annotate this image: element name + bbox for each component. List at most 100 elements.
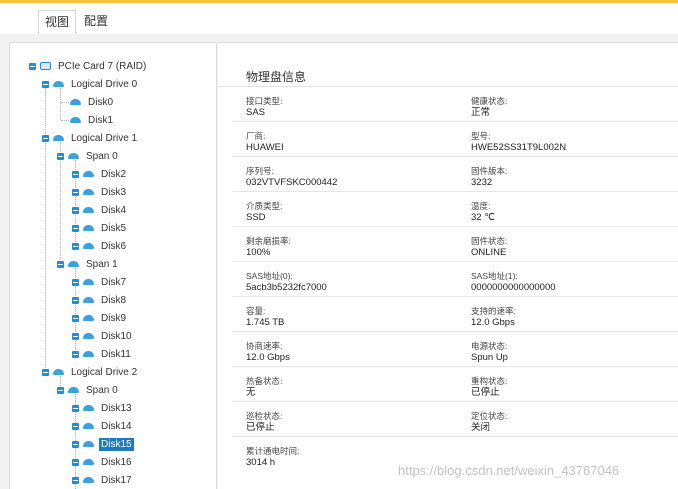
disk-icon xyxy=(83,441,94,447)
tree-node-disk7[interactable]: Disk7 xyxy=(72,273,128,291)
collapse-icon[interactable] xyxy=(72,422,79,430)
tree-node-pcie-card[interactable]: PCIe Card 7 (RAID) xyxy=(29,57,148,75)
collapse-icon[interactable] xyxy=(57,386,64,394)
field-value: 32 ℃ xyxy=(471,212,495,223)
collapse-icon[interactable] xyxy=(72,170,79,178)
tree-node-disk10[interactable]: Disk10 xyxy=(72,327,134,345)
collapse-icon[interactable] xyxy=(72,242,79,250)
span-icon xyxy=(68,153,79,159)
tree-node-span-0-ld2[interactable]: Span 0 xyxy=(57,381,120,399)
field-vendor: 厂商: HUAWEI xyxy=(246,131,284,154)
field-temperature: 温度: 32 ℃ xyxy=(471,201,495,224)
tree-node-label: Disk3 xyxy=(101,186,127,198)
tree-node-label: Disk10 xyxy=(101,330,132,342)
field-label: 固件版本: xyxy=(471,166,508,176)
field-label: 电源状态: xyxy=(471,341,508,351)
tree-node-disk15[interactable]: Disk15 xyxy=(72,435,134,453)
tab-view[interactable]: 视图 xyxy=(38,10,77,35)
field-power-state: 电源状态: Spun Up xyxy=(471,341,508,364)
field-value: ONLINE xyxy=(471,247,507,258)
collapse-icon[interactable] xyxy=(72,476,79,484)
tree-node-label: Logical Drive 2 xyxy=(71,366,138,378)
collapse-icon[interactable] xyxy=(29,62,36,70)
tree-node-disk14[interactable]: Disk14 xyxy=(72,417,134,435)
collapse-icon[interactable] xyxy=(72,296,79,304)
tree-node-label: Span 0 xyxy=(86,384,118,396)
tree-node-disk13[interactable]: Disk13 xyxy=(72,399,134,417)
watermark: https://blog.csdn.net/weixin_43767046 xyxy=(398,463,620,478)
disk-icon xyxy=(83,333,94,339)
tree-node-label: Disk13 xyxy=(101,402,132,414)
tree-node-disk16[interactable]: Disk16 xyxy=(72,453,134,471)
field-model: 型号: HWE52SS31T9L002N xyxy=(471,131,566,154)
collapse-icon[interactable] xyxy=(72,206,79,214)
disk-icon xyxy=(83,297,94,303)
disk-icon xyxy=(83,189,94,195)
drive-icon xyxy=(53,81,64,87)
tree-node-disk1[interactable]: Disk1 xyxy=(70,111,115,129)
collapse-icon[interactable] xyxy=(72,224,79,232)
collapse-icon[interactable] xyxy=(42,368,49,376)
tree-node-logical-drive-1[interactable]: Logical Drive 1 xyxy=(42,129,139,147)
tree-node-disk0[interactable]: Disk0 xyxy=(70,93,115,111)
field-label: 协商速率: xyxy=(246,341,283,351)
collapse-icon[interactable] xyxy=(42,80,49,88)
detail-panel xyxy=(218,42,678,489)
row-divider xyxy=(232,121,678,122)
tree-node-span-0[interactable]: Span 0 xyxy=(57,147,120,165)
disk-icon xyxy=(83,459,94,465)
collapse-icon[interactable] xyxy=(42,134,49,142)
field-health-status: 健康状态: 正常 xyxy=(471,96,507,119)
row-divider xyxy=(232,401,678,402)
tree-node-disk6[interactable]: Disk6 xyxy=(72,237,128,255)
tree-node-label: Disk2 xyxy=(101,168,127,180)
field-value: 12.0 Gbps xyxy=(471,317,515,328)
tree-node-logical-drive-2[interactable]: Logical Drive 2 xyxy=(42,363,139,381)
field-firmware-version: 固件版本: 3232 xyxy=(471,166,507,189)
field-label: 支持的速率: xyxy=(471,306,516,316)
tree-node-label: Disk0 xyxy=(88,96,114,108)
disk-icon xyxy=(83,207,94,213)
collapse-icon[interactable] xyxy=(72,278,79,286)
tree-connector xyxy=(61,120,69,121)
field-label: 巡检状态: xyxy=(246,411,283,421)
collapse-icon[interactable] xyxy=(72,314,79,322)
field-capacity: 容量: 1.745 TB xyxy=(246,306,284,329)
row-divider xyxy=(232,191,678,192)
tree-node-disk8[interactable]: Disk8 xyxy=(72,291,128,309)
disk-icon xyxy=(83,225,94,231)
collapse-icon[interactable] xyxy=(72,440,79,448)
collapse-icon[interactable] xyxy=(72,458,79,466)
field-label: 接口类型: xyxy=(246,96,283,106)
tab-config[interactable]: 配置 xyxy=(78,10,114,34)
tree-node-disk2[interactable]: Disk2 xyxy=(72,165,128,183)
field-power-on-hours: 累计通电时间: 3014 h xyxy=(246,446,299,469)
field-value: 3232 xyxy=(471,177,493,188)
collapse-icon[interactable] xyxy=(57,152,64,160)
row-divider xyxy=(232,296,678,297)
collapse-icon[interactable] xyxy=(72,350,79,358)
tree-node-span-1[interactable]: Span 1 xyxy=(57,255,120,273)
disk-icon xyxy=(83,423,94,429)
field-value: 1.745 TB xyxy=(246,317,285,328)
tree-node-disk4[interactable]: Disk4 xyxy=(72,201,128,219)
collapse-icon[interactable] xyxy=(72,332,79,340)
tree-node-label: Disk9 xyxy=(101,312,127,324)
field-value: 无 xyxy=(246,387,256,398)
tree-node-disk3[interactable]: Disk3 xyxy=(72,183,128,201)
tree-node-disk11[interactable]: Disk11 xyxy=(72,345,133,363)
collapse-icon[interactable] xyxy=(72,188,79,196)
collapse-icon[interactable] xyxy=(72,404,79,412)
tree-node-disk9[interactable]: Disk9 xyxy=(72,309,128,327)
field-media-type: 介质类型: SSD xyxy=(246,201,282,224)
field-label: 固件状态: xyxy=(471,236,508,246)
tree-node-logical-drive-0[interactable]: Logical Drive 0 xyxy=(42,75,139,93)
field-patrol-state: 巡检状态: 已停止 xyxy=(246,411,282,434)
tree-node-disk17[interactable]: Disk17 xyxy=(72,471,134,489)
tree-node-label: Span 0 xyxy=(86,150,118,162)
collapse-icon[interactable] xyxy=(57,260,64,268)
field-firmware-state: 固件状态: ONLINE xyxy=(471,236,507,259)
disk-icon xyxy=(83,279,94,285)
tree-node-disk5[interactable]: Disk5 xyxy=(72,219,128,237)
tree-node-label: Disk4 xyxy=(101,204,127,216)
